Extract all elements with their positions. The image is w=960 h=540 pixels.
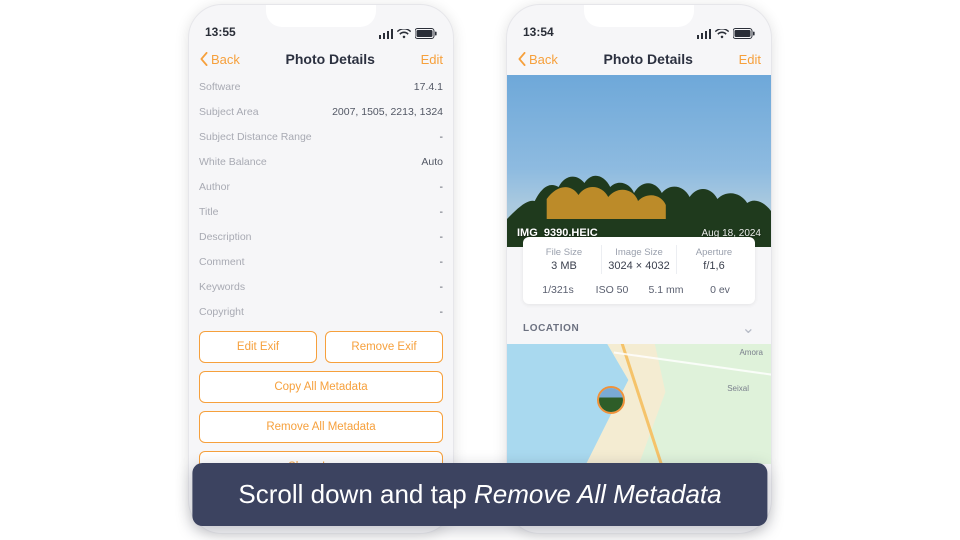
metadata-list: Software 17.4.1 Subject Area 2007, 1505, 2…	[199, 75, 443, 325]
nav-bar: Back Photo Details Edit	[189, 43, 453, 75]
aperture-value: f/1,6	[677, 260, 751, 272]
meta-value: -	[440, 181, 444, 193]
meta-value: -	[440, 256, 444, 268]
map-photo-pin[interactable]	[597, 386, 625, 414]
image-size-value: 3024 × 4032	[602, 260, 676, 272]
file-size-value: 3 MB	[527, 260, 601, 272]
meta-label: Copyright	[199, 306, 244, 318]
chevron-left-icon	[517, 52, 527, 66]
meta-label: Software	[199, 81, 240, 93]
signal-icon	[379, 29, 393, 39]
page-title: Photo Details	[604, 51, 693, 67]
meta-value: -	[440, 281, 444, 293]
focal-value: 5.1 mm	[639, 284, 693, 296]
map-label: Seixal	[727, 384, 749, 393]
aperture-cell: Aperture f/1,6	[676, 245, 751, 274]
photo-preview[interactable]: IMG_9390.HEIC Aug 18, 2024	[507, 75, 771, 247]
tutorial-slide: 13:55 Back Photo Details Edit Software 17…	[0, 0, 960, 540]
meta-label: White Balance	[199, 156, 267, 168]
battery-icon	[415, 28, 437, 39]
meta-value: 2007, 1505, 2213, 1324	[332, 106, 443, 118]
phone-right: 13:54 Back Photo Details Edit	[506, 4, 772, 534]
edit-exif-button[interactable]: Edit Exif	[199, 331, 317, 363]
location-header[interactable]: LOCATION ⌄	[517, 318, 761, 344]
meta-row: Author -	[199, 175, 443, 200]
remove-all-metadata-button[interactable]: Remove All Metadata	[199, 411, 443, 443]
file-size-label: File Size	[527, 247, 601, 258]
caption-prefix: Scroll down and tap	[238, 479, 474, 509]
iso-value: ISO 50	[585, 284, 639, 296]
wifi-icon	[715, 29, 729, 39]
copy-all-metadata-button[interactable]: Copy All Metadata	[199, 371, 443, 403]
meta-label: Subject Distance Range	[199, 131, 312, 143]
meta-label: Comment	[199, 256, 245, 268]
ev-value: 0 ev	[693, 284, 747, 296]
location-map[interactable]: Amora Seixal	[507, 344, 771, 464]
edit-button[interactable]: Edit	[739, 52, 761, 67]
meta-value: -	[440, 131, 444, 143]
meta-label: Description	[199, 231, 252, 243]
meta-row: Comment -	[199, 250, 443, 275]
edit-button[interactable]: Edit	[421, 52, 443, 67]
chevron-down-icon: ⌄	[742, 318, 755, 338]
status-time: 13:55	[205, 25, 236, 39]
battery-icon	[733, 28, 755, 39]
meta-row: Copyright -	[199, 300, 443, 325]
meta-value: Auto	[421, 156, 443, 168]
location-section: LOCATION ⌄ Amora Seixal	[517, 318, 761, 464]
back-button[interactable]: Back	[199, 52, 240, 67]
chevron-left-icon	[199, 52, 209, 66]
meta-row: Software 17.4.1	[199, 75, 443, 100]
back-label: Back	[529, 52, 558, 67]
status-icons	[697, 28, 755, 39]
aperture-label: Aperture	[677, 247, 751, 258]
meta-value: -	[440, 231, 444, 243]
meta-row: Description -	[199, 225, 443, 250]
nav-bar: Back Photo Details Edit	[507, 43, 771, 75]
meta-row: Keywords -	[199, 275, 443, 300]
remove-exif-button[interactable]: Remove Exif	[325, 331, 443, 363]
caption-emphasis: Remove All Metadata	[474, 479, 722, 509]
meta-row: Title -	[199, 200, 443, 225]
status-time: 13:54	[523, 25, 554, 39]
map-label: Amora	[739, 348, 763, 357]
location-title: LOCATION	[523, 323, 579, 334]
page-title: Photo Details	[286, 51, 375, 67]
meta-label: Author	[199, 181, 230, 193]
meta-value: -	[440, 306, 444, 318]
phone-left: 13:55 Back Photo Details Edit Software 17…	[188, 4, 454, 534]
meta-value: -	[440, 206, 444, 218]
meta-row: Subject Area 2007, 1505, 2213, 1324	[199, 100, 443, 125]
pin-thumbnail	[599, 388, 623, 412]
meta-label: Keywords	[199, 281, 245, 293]
back-button[interactable]: Back	[517, 52, 558, 67]
shutter-value: 1/321s	[531, 284, 585, 296]
photo-info-card: File Size 3 MB Image Size 3024 × 4032 Ap…	[523, 237, 755, 304]
phone-notch	[584, 5, 694, 27]
meta-row: White Balance Auto	[199, 150, 443, 175]
back-label: Back	[211, 52, 240, 67]
meta-row: Subject Distance Range -	[199, 125, 443, 150]
phone-notch	[266, 5, 376, 27]
meta-label: Subject Area	[199, 106, 259, 118]
image-size-cell: Image Size 3024 × 4032	[601, 245, 676, 274]
image-size-label: Image Size	[602, 247, 676, 258]
tutorial-caption: Scroll down and tap Remove All Metadata	[192, 463, 767, 526]
wifi-icon	[397, 29, 411, 39]
file-size-cell: File Size 3 MB	[527, 245, 601, 274]
meta-label: Title	[199, 206, 218, 218]
status-icons	[379, 28, 437, 39]
signal-icon	[697, 29, 711, 39]
meta-value: 17.4.1	[414, 81, 443, 93]
